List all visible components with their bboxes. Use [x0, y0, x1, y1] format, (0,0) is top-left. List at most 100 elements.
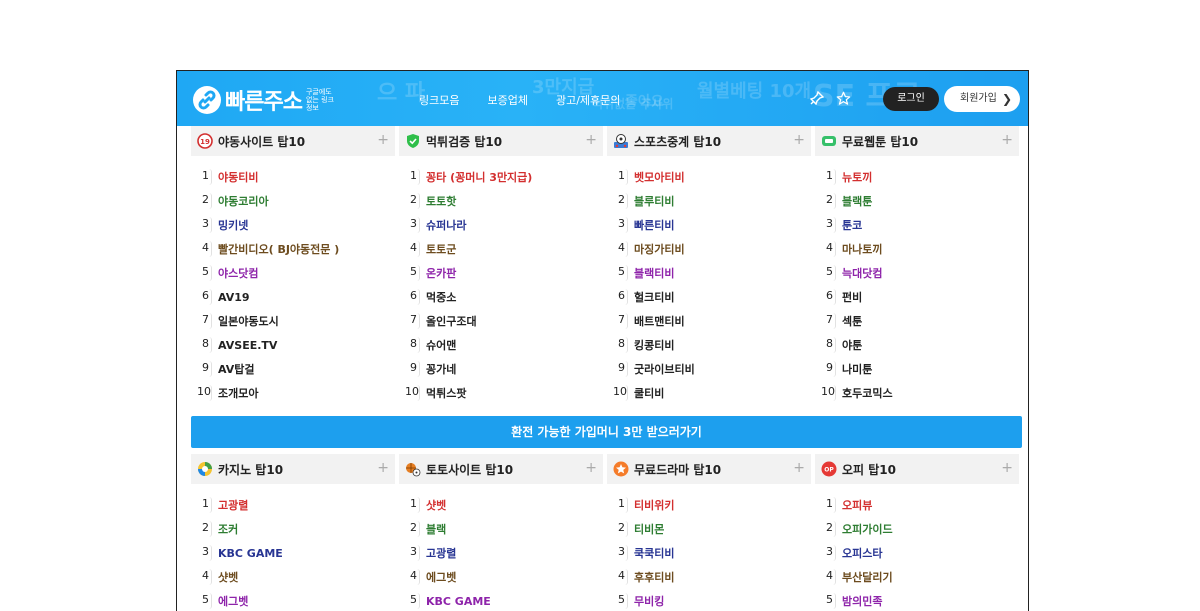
site-link[interactable]: 쿨티비 — [634, 385, 664, 401]
site-link[interactable]: 무비킹 — [634, 593, 664, 609]
plus-icon[interactable]: + — [793, 460, 805, 476]
list-item[interactable]: 4 토토군 — [399, 237, 603, 261]
list-item[interactable]: 1 고광렬 — [191, 493, 395, 517]
site-link[interactable]: 굿라이브티비 — [634, 361, 695, 377]
list-item[interactable]: 10 쿨티비 — [607, 381, 811, 405]
list-item[interactable]: 5 늑대닷컴 — [815, 261, 1019, 285]
category-header[interactable]: 무료드라마 탑10 + — [607, 454, 811, 484]
list-item[interactable]: 2 오피가이드 — [815, 517, 1019, 541]
site-link[interactable]: 조개모아 — [218, 385, 258, 401]
list-item[interactable]: 3 슈퍼나라 — [399, 213, 603, 237]
list-item[interactable]: 7 섹툰 — [815, 309, 1019, 333]
site-link[interactable]: 킹콩티비 — [634, 337, 674, 353]
list-item[interactable]: 4 빨간비디오( BJ야동전문 ) — [191, 237, 395, 261]
plus-icon[interactable]: + — [1001, 132, 1013, 148]
list-item[interactable]: 1 야동티비 — [191, 165, 395, 189]
list-item[interactable]: 1 벳모아티비 — [607, 165, 811, 189]
site-link[interactable]: 티비몬 — [634, 521, 664, 537]
list-item[interactable]: 5 무비킹 — [607, 589, 811, 611]
list-item[interactable]: 1 꽁타 (꽁머니 3만지급) — [399, 165, 603, 189]
category-header[interactable]: 19 야동사이트 탑10 + — [191, 126, 395, 156]
site-link[interactable]: 빠른티비 — [634, 217, 674, 233]
signup-button[interactable]: 회원가입 ❯ — [944, 86, 1020, 112]
site-link[interactable]: 오피가이드 — [842, 521, 893, 537]
list-item[interactable]: 3 빠른티비 — [607, 213, 811, 237]
site-link[interactable]: 펀비 — [842, 289, 862, 305]
site-link[interactable]: 에그벳 — [426, 569, 456, 585]
list-item[interactable]: 3 KBC GAME — [191, 541, 395, 565]
plus-icon[interactable]: + — [585, 460, 597, 476]
site-link[interactable]: 먹튀스팟 — [426, 385, 466, 401]
list-item[interactable]: 9 AV탑걸 — [191, 357, 395, 381]
star-icon[interactable] — [835, 90, 851, 106]
site-link[interactable]: 부산달리기 — [842, 569, 893, 585]
site-link[interactable]: 고광렬 — [218, 497, 248, 513]
site-link[interactable]: 섹툰 — [842, 313, 862, 329]
list-item[interactable]: 7 올인구조대 — [399, 309, 603, 333]
list-item[interactable]: 4 후후티비 — [607, 565, 811, 589]
site-link[interactable]: 샷벳 — [426, 497, 446, 513]
plus-icon[interactable]: + — [585, 132, 597, 148]
site-link[interactable]: 블랙툰 — [842, 193, 872, 209]
site-link[interactable]: 고광렬 — [426, 545, 456, 561]
site-link[interactable]: 온카판 — [426, 265, 456, 281]
site-link[interactable]: 툰코 — [842, 217, 862, 233]
list-item[interactable]: 6 AV19 — [191, 285, 395, 309]
plus-icon[interactable]: + — [377, 460, 389, 476]
login-button[interactable]: 로그인 — [883, 87, 939, 111]
list-item[interactable]: 1 티비위키 — [607, 493, 811, 517]
site-link[interactable]: 슈퍼나라 — [426, 217, 466, 233]
site-link[interactable]: 뉴토끼 — [842, 169, 872, 185]
list-item[interactable]: 9 나미툰 — [815, 357, 1019, 381]
site-link[interactable]: 마나토끼 — [842, 241, 882, 257]
pin-icon[interactable] — [809, 90, 825, 106]
site-link[interactable]: 후후티비 — [634, 569, 674, 585]
list-item[interactable]: 5 밤의민족 — [815, 589, 1019, 611]
list-item[interactable]: 2 블랙툰 — [815, 189, 1019, 213]
list-item[interactable]: 9 꽁가네 — [399, 357, 603, 381]
list-item[interactable]: 1 오피뷰 — [815, 493, 1019, 517]
site-link[interactable]: 조커 — [218, 521, 238, 537]
category-header[interactable]: 무료웹툰 탑10 + — [815, 126, 1019, 156]
site-link[interactable]: 꽁타 (꽁머니 3만지급) — [426, 169, 532, 185]
plus-icon[interactable]: + — [1001, 460, 1013, 476]
site-link[interactable]: KBC GAME — [218, 547, 283, 560]
site-link[interactable]: 일본야동도시 — [218, 313, 279, 329]
list-item[interactable]: 8 슈어맨 — [399, 333, 603, 357]
site-link[interactable]: 블루티비 — [634, 193, 674, 209]
nav-link-verified[interactable]: 보증업체 — [487, 92, 527, 108]
site-link[interactable]: AV19 — [218, 291, 250, 304]
list-item[interactable]: 5 야스닷컴 — [191, 261, 395, 285]
list-item[interactable]: 10 호두코믹스 — [815, 381, 1019, 405]
list-item[interactable]: 2 티비몬 — [607, 517, 811, 541]
site-link[interactable]: 벳모아티비 — [634, 169, 685, 185]
list-item[interactable]: 2 블루티비 — [607, 189, 811, 213]
site-link[interactable]: 토토핫 — [426, 193, 456, 209]
site-link[interactable]: 야동코리아 — [218, 193, 269, 209]
list-item[interactable]: 2 토토핫 — [399, 189, 603, 213]
list-item[interactable]: 4 마징가티비 — [607, 237, 811, 261]
site-link[interactable]: 쿡쿡티비 — [634, 545, 674, 561]
list-item[interactable]: 5 블랙티비 — [607, 261, 811, 285]
plus-icon[interactable]: + — [377, 132, 389, 148]
site-link[interactable]: AV탑걸 — [218, 361, 255, 377]
site-link[interactable]: 먹중소 — [426, 289, 456, 305]
plus-icon[interactable]: + — [793, 132, 805, 148]
list-item[interactable]: 6 먹중소 — [399, 285, 603, 309]
list-item[interactable]: 7 일본야동도시 — [191, 309, 395, 333]
list-item[interactable]: 3 툰코 — [815, 213, 1019, 237]
site-link[interactable]: 에그벳 — [218, 593, 248, 609]
site-link[interactable]: 오피뷰 — [842, 497, 872, 513]
site-link[interactable]: 오피스타 — [842, 545, 882, 561]
site-link[interactable]: 나미툰 — [842, 361, 872, 377]
list-item[interactable]: 3 오피스타 — [815, 541, 1019, 565]
site-link[interactable]: 늑대닷컴 — [842, 265, 882, 281]
site-link[interactable]: 샷벳 — [218, 569, 238, 585]
site-link[interactable]: 티비위키 — [634, 497, 674, 513]
list-item[interactable]: 4 부산달리기 — [815, 565, 1019, 589]
site-link[interactable]: 슈어맨 — [426, 337, 456, 353]
site-link[interactable]: 야툰 — [842, 337, 862, 353]
site-link[interactable]: 배트맨티비 — [634, 313, 685, 329]
category-header[interactable]: 카지노 탑10 + — [191, 454, 395, 484]
site-link[interactable]: KBC GAME — [426, 595, 491, 608]
